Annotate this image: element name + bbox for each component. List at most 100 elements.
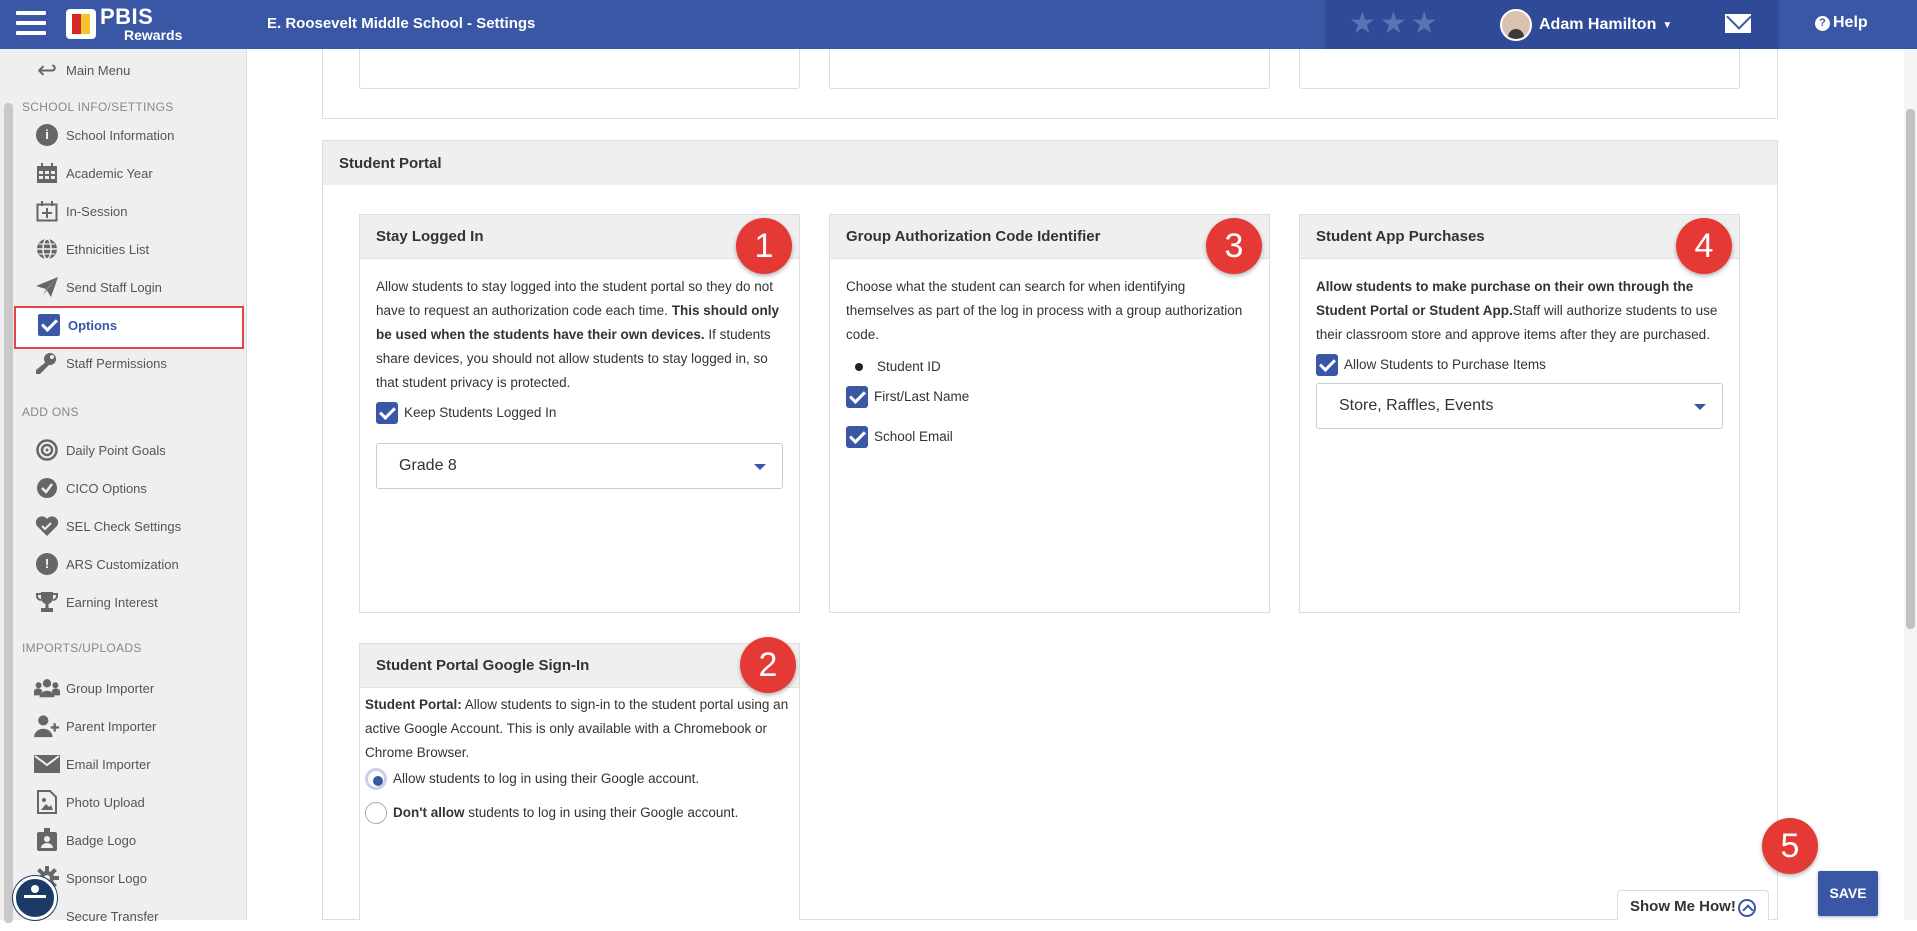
paper-plane-icon [34,274,60,300]
question-circle-icon: ? [1815,16,1830,31]
sidebar-item-label: Email Importer [66,756,151,772]
caret-down-icon [754,464,766,470]
trophy-icon [34,589,60,615]
checkbox-icon [36,312,62,338]
chevron-up-icon [1738,899,1756,917]
sidebar-item-label: Daily Point Goals [66,442,166,458]
sidebar-item-label: Badge Logo [66,832,137,848]
globe-icon [34,236,60,262]
show-me-how-button[interactable]: Show Me How! [1617,890,1769,920]
target-icon [34,437,60,463]
checkbox-label: Allow Students to Purchase Items [1344,357,1546,372]
previous-card [359,49,800,89]
sidebar-scrollbar[interactable] [4,103,13,923]
radio-selected-icon [365,768,387,790]
sidebar-item-ethnicities-list[interactable]: Ethnicities List [34,234,149,264]
sidebar-item-label: Options [68,317,118,333]
sidebar-item-label: ARS Customization [66,556,179,572]
google-deny-radio[interactable]: Don't allow students to log in using the… [365,801,794,825]
sidebar-item-badge-logo[interactable]: Badge Logo [34,825,136,855]
checkbox-checked-icon [1316,354,1338,376]
sidebar-item-label: Photo Upload [66,794,145,810]
student-portal-header: Student Portal [322,140,1778,185]
pbis-logo[interactable]: PBIS Rewards [66,5,182,43]
accessibility-icon[interactable] [13,876,57,920]
card-title: Stay Logged In [360,215,799,259]
sidebar-item-sel-check-settings[interactable]: SEL Check Settings [34,511,181,541]
save-button[interactable]: SAVE [1818,871,1878,916]
hamburger-menu-icon[interactable] [16,11,46,37]
badge-icon [34,827,60,853]
sidebar-item-cico-options[interactable]: CICO Options [34,473,147,503]
checkbox-label: Keep Students Logged In [404,405,557,420]
envelope-icon[interactable] [1725,14,1751,33]
sidebar-section-title: IMPORTS/UPLOADS [22,641,142,655]
card-description: Student Portal: Allow students to sign-i… [365,697,789,760]
caret-down-icon [1694,404,1706,410]
step-badge: 2 [740,637,796,693]
sidebar-item-label: Main Menu [66,62,131,78]
option-label: Student ID [877,359,941,374]
calendar-icon [34,160,60,186]
sidebar-item-send-staff-login[interactable]: Send Staff Login [34,272,162,302]
sidebar-section-title: ADD ONS [22,405,79,419]
sidebar-item-label: Ethnicities List [66,241,150,257]
step-badge: 3 [1206,218,1262,274]
student-id-option: Student ID [846,355,1253,379]
select-value: Store, Raffles, Events [1339,397,1494,414]
sidebar-item-label: Secure Transfer [66,908,159,924]
alert-icon: ! [34,551,60,577]
google-allow-radio[interactable]: Allow students to log in using their Goo… [365,767,794,791]
page-scrollbar[interactable] [1904,49,1917,920]
logo-top-text: PBIS [100,4,154,29]
show-me-label: Show Me How! [1630,898,1736,915]
sidebar-item-group-importer[interactable]: Group Importer [34,673,154,703]
sidebar-item-label: Earning Interest [66,594,158,610]
sidebar-item-label: SEL Check Settings [66,518,182,534]
sidebar-item-ars-customization[interactable]: ! ARS Customization [34,549,179,579]
sidebar-item-label: Send Staff Login [66,279,162,295]
sidebar-item-photo-upload[interactable]: Photo Upload [34,787,145,817]
sidebar-item-parent-importer[interactable]: Parent Importer [34,711,156,741]
checkbox-checked-icon [376,402,398,424]
section-title: Student Portal [339,155,442,172]
card-title: Group Authorization Code Identifier [830,215,1269,259]
allow-purchase-checkbox[interactable]: Allow Students to Purchase Items [1316,353,1723,377]
sidebar-item-school-information[interactable]: i School Information [34,120,174,150]
sidebar-item-email-importer[interactable]: Email Importer [34,749,151,779]
user-plus-icon [34,713,60,739]
sidebar-item-daily-point-goals[interactable]: Daily Point Goals [34,435,166,465]
previous-card [1299,49,1740,89]
stars-rating-icon[interactable]: ★★★ [1349,9,1442,39]
select-value: Grade 8 [399,457,457,474]
step-badge: 5 [1762,818,1818,874]
first-last-name-checkbox[interactable]: First/Last Name [846,385,1253,409]
user-menu[interactable]: Adam Hamilton ▼ [1500,9,1672,41]
sidebar-item-label: CICO Options [66,480,147,496]
step-badge: 4 [1676,218,1732,274]
card-title: Student App Purchases [1300,215,1739,259]
sidebar-item-earning-interest[interactable]: Earning Interest [34,587,158,617]
check-circle-icon [34,475,60,501]
help-label: Help [1833,14,1868,31]
sidebar-item-label: Group Importer [66,680,155,696]
sidebar-item-options[interactable]: Options [36,310,117,340]
sidebar-item-in-session[interactable]: In-Session [34,196,127,226]
radio-unselected-icon [365,802,387,824]
page-title: E. Roosevelt Middle School - Settings [267,15,536,32]
checkbox-checked-icon [846,386,868,408]
checkbox-checked-icon [846,426,868,448]
grade-select[interactable]: Grade 8 [376,443,783,489]
help-link[interactable]: ? Help [1815,14,1868,32]
radio-label: Allow students to log in using their Goo… [393,771,700,786]
stay-logged-in-card: Stay Logged In Allow students to stay lo… [359,214,800,613]
keep-logged-in-checkbox[interactable]: Keep Students Logged In [376,401,783,425]
school-email-checkbox[interactable]: School Email [846,425,1253,449]
purchase-types-select[interactable]: Store, Raffles, Events [1316,383,1723,429]
sidebar-item-staff-permissions[interactable]: Staff Permissions [34,348,167,378]
sidebar-item-main-menu[interactable]: ↩ Main Menu [34,55,130,85]
card-description: Allow students to stay logged into the s… [376,279,779,390]
heart-icon [34,513,60,539]
google-signin-card: Student Portal Google Sign-In Student Po… [359,643,800,920]
sidebar-item-academic-year[interactable]: Academic Year [34,158,153,188]
